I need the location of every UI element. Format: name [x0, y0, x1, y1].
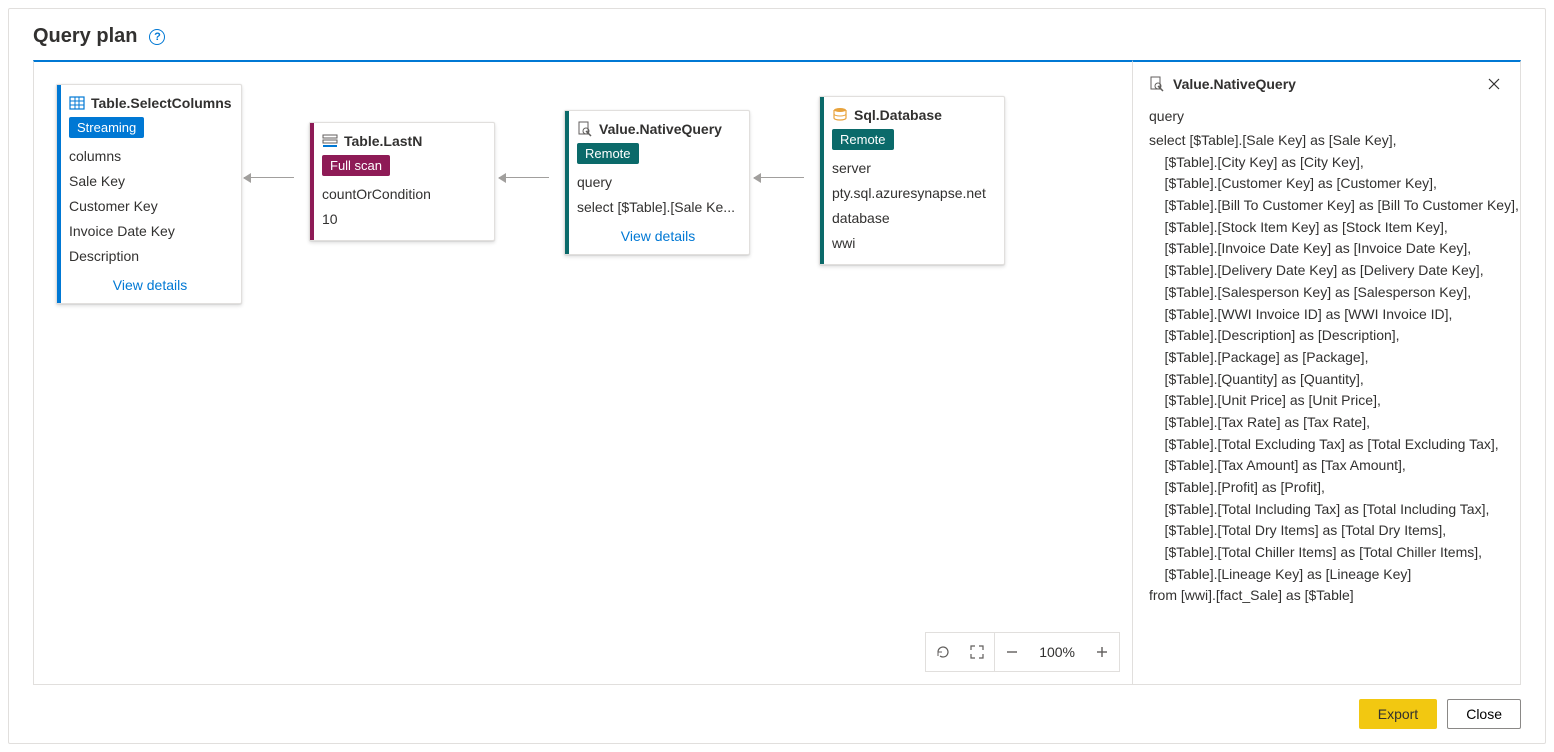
node-row: 10: [322, 209, 484, 230]
fit-to-screen-button[interactable]: [960, 633, 994, 671]
arrow-connector: [754, 177, 804, 178]
rows-icon: [322, 133, 338, 149]
query-icon: [577, 121, 593, 137]
zoom-in-button[interactable]: [1085, 633, 1119, 671]
close-details-button[interactable]: [1484, 74, 1504, 94]
node-row: Sale Key: [69, 171, 231, 192]
dialog-header: Query plan ?: [9, 9, 1545, 60]
export-button[interactable]: Export: [1359, 699, 1437, 729]
table-icon: [69, 95, 85, 111]
page-title: Query plan: [33, 25, 137, 48]
node-row: Customer Key: [69, 196, 231, 217]
node-row: server: [832, 158, 994, 179]
node-title: Table.LastN: [344, 133, 422, 149]
node-body: Full scan countOrCondition 10: [310, 155, 494, 240]
badge-fullscan: Full scan: [322, 155, 390, 176]
node-header: Value.NativeQuery: [565, 111, 749, 143]
node-accent: [820, 97, 824, 264]
view-details-link[interactable]: View details: [69, 271, 231, 293]
node-accent: [565, 111, 569, 254]
main-content: Table.SelectColumns Streaming columns Sa…: [9, 60, 1545, 685]
plan-canvas[interactable]: Table.SelectColumns Streaming columns Sa…: [33, 60, 1133, 685]
zoom-out-button[interactable]: [995, 633, 1029, 671]
node-header: Sql.Database: [820, 97, 1004, 129]
node-sql-database[interactable]: Sql.Database Remote server pty.sql.azure…: [819, 96, 1005, 265]
database-icon: [832, 107, 848, 123]
node-body: Remote query select [$Table].[Sale Ke...…: [565, 143, 749, 254]
node-title: Sql.Database: [854, 107, 942, 123]
badge-remote: Remote: [577, 143, 639, 164]
help-icon[interactable]: ?: [149, 29, 165, 45]
dialog-footer: Export Close: [9, 685, 1545, 743]
details-header: Value.NativeQuery: [1149, 74, 1504, 94]
node-header: Table.LastN: [310, 123, 494, 155]
node-row: countOrCondition: [322, 184, 484, 205]
details-title: Value.NativeQuery: [1173, 76, 1476, 92]
query-icon: [1149, 76, 1165, 92]
arrow-connector: [499, 177, 549, 178]
node-accent: [310, 123, 314, 240]
node-title: Value.NativeQuery: [599, 121, 722, 137]
node-header: Table.SelectColumns: [57, 85, 241, 117]
query-plan-dialog: Query plan ? Table.SelectColumns Streami…: [8, 8, 1546, 744]
node-body: Remote server pty.sql.azuresynapse.net d…: [820, 129, 1004, 264]
view-details-link[interactable]: View details: [577, 222, 739, 244]
zoom-level: 100%: [1029, 644, 1085, 660]
node-row: Invoice Date Key: [69, 221, 231, 242]
badge-remote: Remote: [832, 129, 894, 150]
node-accent: [57, 85, 61, 303]
node-value-nativequery[interactable]: Value.NativeQuery Remote query select [$…: [564, 110, 750, 255]
badge-streaming: Streaming: [69, 117, 144, 138]
details-label: query: [1149, 108, 1504, 124]
node-row: wwi: [832, 233, 994, 254]
node-table-lastn[interactable]: Table.LastN Full scan countOrCondition 1…: [309, 122, 495, 241]
node-row: select [$Table].[Sale Ke...: [577, 197, 739, 218]
node-row: pty.sql.azuresynapse.net: [832, 183, 994, 204]
node-title: Table.SelectColumns: [91, 95, 232, 111]
node-body: Streaming columns Sale Key Customer Key …: [57, 117, 241, 303]
zoom-toolbar: 100%: [925, 632, 1120, 672]
node-table-selectcolumns[interactable]: Table.SelectColumns Streaming columns Sa…: [56, 84, 242, 304]
close-button[interactable]: Close: [1447, 699, 1521, 729]
node-row: columns: [69, 146, 231, 167]
arrow-connector: [244, 177, 294, 178]
reset-view-button[interactable]: [926, 633, 960, 671]
sql-query-text: select [$Table].[Sale Key] as [Sale Key]…: [1149, 130, 1504, 607]
node-row: query: [577, 172, 739, 193]
node-row: Description: [69, 246, 231, 267]
details-panel: Value.NativeQuery query select [$Table].…: [1133, 60, 1521, 685]
node-row: database: [832, 208, 994, 229]
